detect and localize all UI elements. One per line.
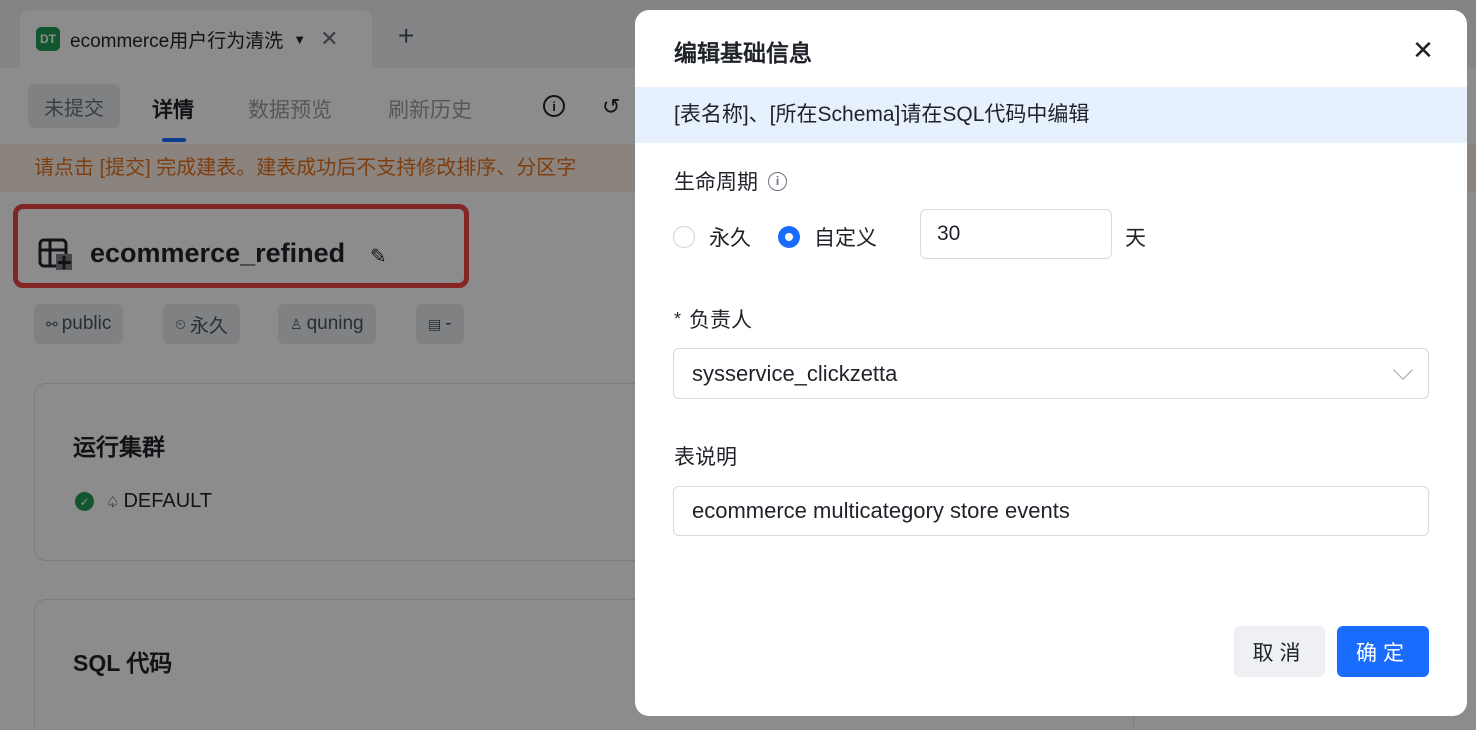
radio-permanent[interactable]: 永久 [673,222,751,252]
lifecycle-label-text: 生命周期 [674,171,758,194]
days-input[interactable] [920,209,1112,259]
owner-select[interactable]: sysservice_clickzetta [673,348,1429,399]
radio-custom[interactable]: 自定义 [778,222,877,252]
description-label-text: 表说明 [674,446,737,469]
close-icon[interactable]: ✕ [1409,35,1437,65]
confirm-button[interactable]: 确定 [1337,626,1429,677]
radio-custom-label: 自定义 [814,227,877,250]
cancel-button[interactable]: 取消 [1234,626,1325,677]
owner-select-value: sysservice_clickzetta [692,360,898,386]
description-label: 表说明 [674,441,737,471]
required-mark: * [674,308,682,329]
chevron-down-icon[interactable] [1393,360,1413,380]
owner-label: * 负责人 [674,304,752,334]
description-input[interactable] [673,486,1429,536]
info-icon[interactable]: i [768,171,787,191]
radio-checked-icon[interactable] [778,226,800,248]
edit-basic-info-dialog: 编辑基础信息 ✕ [表名称]、[所在Schema]请在SQL代码中编辑 生命周期… [635,10,1467,716]
days-unit: 天 [1125,227,1146,250]
radio-unchecked-icon[interactable] [673,226,695,248]
dialog-title: 编辑基础信息 [674,40,812,66]
lifecycle-label: 生命周期 i [674,166,787,196]
notice-banner: [表名称]、[所在Schema]请在SQL代码中编辑 [635,87,1467,143]
radio-permanent-label: 永久 [709,227,751,250]
owner-label-text: 负责人 [689,309,753,332]
